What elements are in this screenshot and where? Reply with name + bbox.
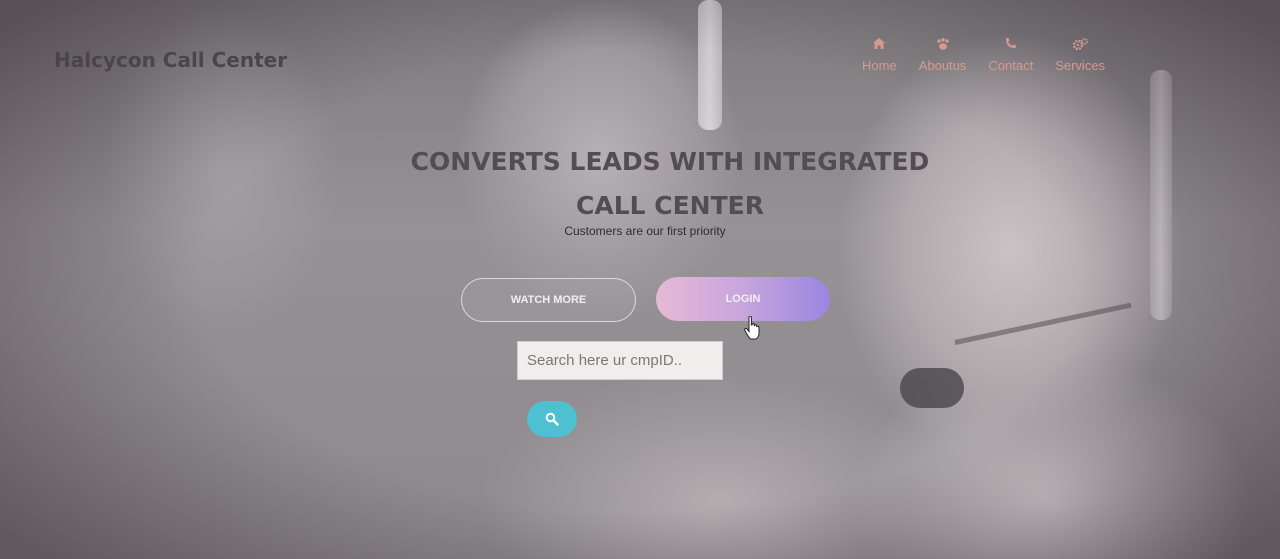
nav-item-label: Aboutus	[918, 58, 967, 73]
hero-headline-line: CALL CENTER	[576, 191, 764, 220]
search-button[interactable]	[527, 401, 577, 437]
watch-more-button[interactable]: WATCH MORE	[461, 278, 636, 322]
nav-item-label: Home	[862, 58, 897, 73]
paw-icon	[936, 38, 950, 54]
hero-headline: CONVERTS LEADS WITH INTEGRATED CALL CENT…	[400, 140, 940, 228]
phone-icon	[1005, 38, 1017, 54]
nav-item-home[interactable]: Home	[862, 38, 897, 73]
brand-logo-text[interactable]: Halcycon Call Center	[54, 48, 287, 72]
home-icon	[873, 38, 886, 54]
search-input[interactable]	[517, 341, 723, 380]
hero-subline: Customers are our first priority	[564, 224, 726, 238]
login-button[interactable]: LOGIN	[656, 277, 830, 321]
nav-item-services[interactable]: Services	[1055, 38, 1105, 73]
nav-item-contact[interactable]: Contact	[988, 38, 1033, 73]
nav-item-aboutus[interactable]: Aboutus	[918, 38, 967, 73]
hero-headline-line: CONVERTS LEADS WITH INTEGRATED	[410, 147, 930, 176]
headset-image-detail	[954, 302, 1132, 345]
vignette-overlay	[0, 0, 1280, 559]
headset-image-detail	[698, 0, 722, 130]
hero-background	[0, 0, 1280, 559]
search-icon	[545, 412, 559, 426]
microphone-image-detail	[900, 368, 964, 408]
cogs-icon	[1072, 38, 1088, 54]
top-nav: Home Aboutus Contact Services	[862, 38, 1127, 73]
nav-item-label: Contact	[988, 58, 1034, 73]
nav-item-label: Services	[1055, 58, 1106, 73]
headset-image-detail	[1150, 70, 1172, 320]
hand-pointer-cursor-icon	[744, 316, 760, 340]
